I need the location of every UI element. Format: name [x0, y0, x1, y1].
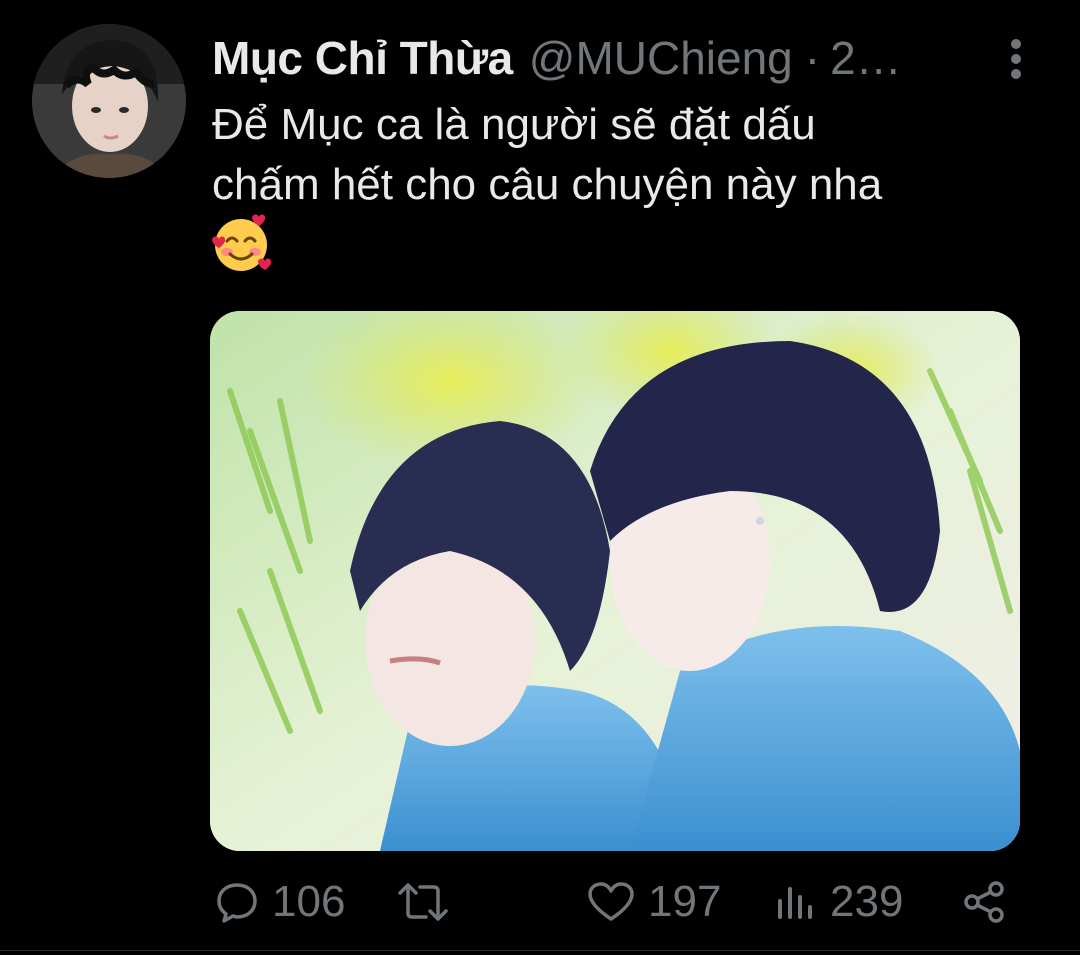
smiling-face-with-hearts-icon	[208, 210, 274, 276]
user-handle[interactable]: @MUChieng	[529, 31, 793, 85]
share-icon	[964, 881, 1004, 923]
share-button[interactable]	[962, 870, 1006, 934]
like-count: 197	[648, 877, 722, 926]
tweet[interactable]: Mục Chỉ Thừa @MUChieng · 2… Để Mục ca là…	[0, 0, 1080, 955]
reply-icon	[217, 883, 257, 923]
more-options-button[interactable]	[1002, 34, 1030, 84]
heart-icon	[588, 882, 634, 921]
more-vertical-icon	[1011, 39, 1021, 79]
like-button[interactable]: 197	[586, 870, 721, 934]
reply-button[interactable]: 106	[214, 870, 345, 934]
tweet-text-line-2: chấm hết cho câu chuyện này nha	[212, 160, 883, 209]
views-icon	[778, 887, 812, 919]
tweet-timestamp[interactable]: 2…	[830, 31, 902, 85]
retweet-button[interactable]	[396, 870, 462, 934]
header-separator: ·	[804, 32, 821, 84]
retweet-icon	[398, 883, 448, 921]
avatar[interactable]	[32, 24, 186, 178]
tweet-text-line-1: Để Mục ca là người sẽ đặt dấu	[212, 100, 816, 149]
photo-image	[210, 311, 1020, 851]
divider	[0, 950, 1080, 951]
tweet-photo[interactable]	[210, 311, 1020, 851]
views-button[interactable]: 239	[774, 870, 903, 934]
tweet-actions: 106 197 239	[0, 870, 1080, 934]
views-count: 239	[830, 877, 904, 926]
tweet-text: Để Mục ca là người sẽ đặt dấu chấm hết c…	[212, 95, 1052, 215]
display-name[interactable]: Mục Chỉ Thừa	[212, 31, 513, 85]
tweet-header: Mục Chỉ Thừa @MUChieng · 2…	[212, 30, 902, 86]
reply-count: 106	[272, 877, 346, 926]
